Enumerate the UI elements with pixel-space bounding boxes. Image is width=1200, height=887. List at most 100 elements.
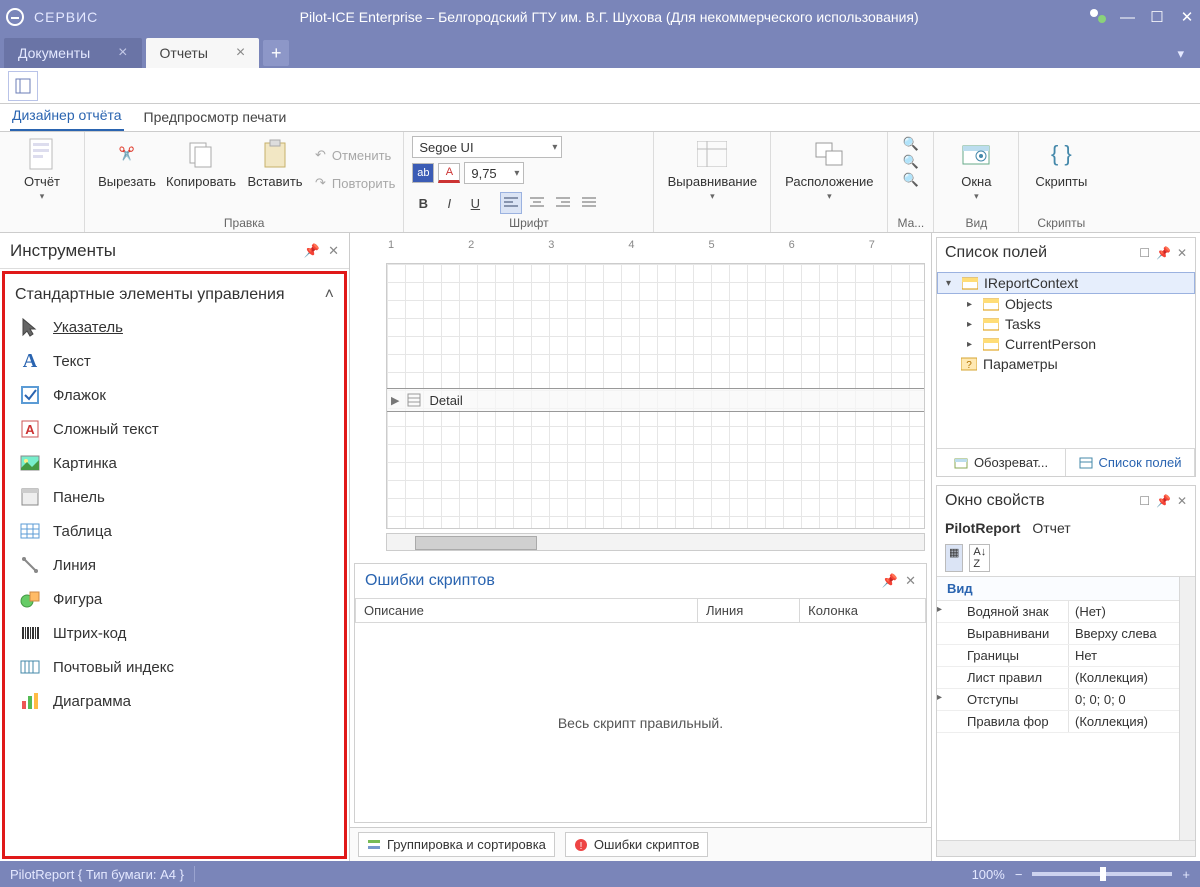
zoom-out-button[interactable]: −	[1015, 867, 1023, 882]
property-value[interactable]: (Нет)	[1069, 601, 1195, 622]
property-value[interactable]: (Коллекция)	[1069, 667, 1195, 688]
prop-expand-icon[interactable]: ▸	[937, 689, 949, 710]
report-canvas[interactable]: 12345678 ▶ Detail	[350, 233, 931, 559]
fields-tree[interactable]: ▾IReportContext▸Objects▸Tasks▸CurrentPer…	[937, 268, 1195, 448]
align-center-button[interactable]	[526, 192, 548, 214]
arrange-button[interactable]: Расположение ▾	[779, 136, 879, 204]
property-vscroll[interactable]	[1179, 577, 1195, 840]
ribbon-tab-designer[interactable]: Дизайнер отчёта	[10, 101, 124, 131]
property-row[interactable]: ВыравниваниВверху слева	[937, 623, 1195, 645]
panel-close-icon[interactable]: ✕	[1177, 246, 1187, 260]
zoom-slider[interactable]	[1032, 872, 1172, 876]
col-description[interactable]: Описание	[356, 599, 698, 623]
align-right-button[interactable]	[552, 192, 574, 214]
pin-icon[interactable]: 📌	[304, 243, 320, 259]
group-sort-tab[interactable]: Группировка и сортировка	[358, 832, 555, 857]
explorer-tab[interactable]: Обозреват...	[937, 449, 1066, 476]
scripts-button[interactable]: { } Скрипты	[1027, 136, 1095, 191]
panel-layout-button[interactable]	[8, 71, 38, 101]
tool-item[interactable]: Почтовый индекс	[5, 650, 344, 684]
cut-button[interactable]: ✂️ Вырезать	[93, 136, 161, 191]
property-hscroll[interactable]	[937, 840, 1195, 856]
script-errors-tab[interactable]: ! Ошибки скриптов	[565, 832, 708, 857]
tool-item[interactable]: AСложный текст	[5, 412, 344, 446]
selected-object[interactable]: PilotReport Отчет	[937, 516, 1195, 540]
tool-item[interactable]: Панель	[5, 480, 344, 514]
user-status-icon[interactable]	[1090, 9, 1104, 25]
tree-expand-icon[interactable]: ▸	[967, 299, 977, 310]
service-menu[interactable]: СЕРВИС	[34, 9, 98, 25]
property-row[interactable]: ▸Отступы0; 0; 0; 0	[937, 689, 1195, 711]
fields-tab[interactable]: Список полей	[1066, 449, 1195, 476]
prop-expand-icon[interactable]: ▸	[937, 601, 949, 622]
tool-item[interactable]: Указатель	[5, 310, 344, 344]
alignment-button[interactable]: Выравнивание ▾	[662, 136, 762, 204]
property-value[interactable]: Вверху слева	[1069, 623, 1195, 644]
tree-node[interactable]: ▸Tasks	[937, 314, 1195, 334]
property-row[interactable]: ГраницыНет	[937, 645, 1195, 667]
property-row[interactable]: Правила фор(Коллекция)	[937, 711, 1195, 733]
panel-close-icon[interactable]: ✕	[328, 243, 339, 259]
categorized-button[interactable]: ▦	[945, 544, 963, 572]
align-justify-button[interactable]	[578, 192, 600, 214]
new-tab-button[interactable]: +	[263, 40, 289, 66]
minimize-button[interactable]: —	[1120, 9, 1134, 26]
align-left-button[interactable]	[500, 192, 522, 214]
pin-icon[interactable]: 📌	[1156, 494, 1171, 508]
tree-expand-icon[interactable]: ▸	[967, 319, 977, 330]
panel-close-icon[interactable]: ✕	[1177, 494, 1187, 508]
tree-expand-icon[interactable]: ▸	[967, 339, 977, 350]
tool-item[interactable]: AТекст	[5, 344, 344, 378]
tool-item[interactable]: Флажок	[5, 378, 344, 412]
copy-button[interactable]: Копировать	[167, 136, 235, 191]
alphabetical-button[interactable]: A↓Z	[969, 544, 990, 572]
tab-reports-close-icon[interactable]: ×	[236, 44, 245, 62]
zoom-select-icon[interactable]: 🔍	[903, 172, 919, 188]
tabstrip-settings-icon[interactable]: ▾	[1167, 40, 1194, 68]
property-row[interactable]: ▸Водяной знак(Нет)	[937, 601, 1195, 623]
tree-node[interactable]: ▾IReportContext	[937, 272, 1195, 294]
font-size-select[interactable]: 9,75	[464, 162, 524, 184]
detail-band[interactable]: ▶ Detail	[387, 388, 924, 412]
underline-button[interactable]: U	[464, 192, 486, 214]
prop-expand-icon[interactable]	[937, 667, 949, 688]
expand-icon[interactable]: ▶	[391, 394, 399, 407]
maximize-button[interactable]: ☐	[1150, 8, 1164, 26]
property-row[interactable]: Лист правил(Коллекция)	[937, 667, 1195, 689]
tab-documents[interactable]: Документы ×	[4, 38, 142, 68]
tool-item[interactable]: Штрих-код	[5, 616, 344, 650]
zoom-in-icon[interactable]: 🔍	[903, 136, 919, 152]
tool-item[interactable]: Таблица	[5, 514, 344, 548]
tree-node[interactable]: ▸CurrentPerson	[937, 334, 1195, 354]
tree-node[interactable]: ▸Objects	[937, 294, 1195, 314]
ribbon-tab-preview[interactable]: Предпросмотр печати	[142, 103, 289, 131]
zoom-in-button[interactable]: +	[1182, 867, 1190, 882]
pin-icon[interactable]: 📌	[1156, 246, 1171, 260]
redo-button[interactable]: ↷ Повторить	[315, 174, 395, 192]
tree-expand-icon[interactable]: ▾	[946, 278, 956, 289]
col-line[interactable]: Линия	[698, 599, 800, 623]
property-value[interactable]: Нет	[1069, 645, 1195, 666]
prop-expand-icon[interactable]	[937, 623, 949, 644]
prop-expand-icon[interactable]	[937, 645, 949, 666]
tool-item[interactable]: Картинка	[5, 446, 344, 480]
font-name-select[interactable]: Segoe UI	[412, 136, 562, 158]
report-menu-button[interactable]: Отчёт ▾	[8, 136, 76, 204]
highlight-color-button[interactable]: ab	[412, 163, 434, 183]
bold-button[interactable]: B	[412, 192, 434, 214]
paste-button[interactable]: Вставить	[241, 136, 309, 191]
tool-item[interactable]: Линия	[5, 548, 344, 582]
tool-item[interactable]: Диаграмма	[5, 684, 344, 718]
pin-icon[interactable]: 📌 ✕	[882, 573, 916, 589]
report-page[interactable]: ▶ Detail	[386, 263, 925, 529]
tab-reports[interactable]: Отчеты ×	[146, 38, 260, 68]
prop-expand-icon[interactable]	[937, 711, 949, 732]
tab-documents-close-icon[interactable]: ×	[118, 44, 127, 62]
font-color-button[interactable]: A	[438, 163, 460, 183]
horizontal-scrollbar[interactable]	[386, 533, 925, 551]
windows-button[interactable]: Окна ▾	[942, 136, 1010, 204]
zoom-out-icon[interactable]: 🔍	[903, 154, 919, 170]
tool-item[interactable]: Фигура	[5, 582, 344, 616]
italic-button[interactable]: I	[438, 192, 460, 214]
panel-restore-icon[interactable]: ☐	[1139, 246, 1150, 260]
